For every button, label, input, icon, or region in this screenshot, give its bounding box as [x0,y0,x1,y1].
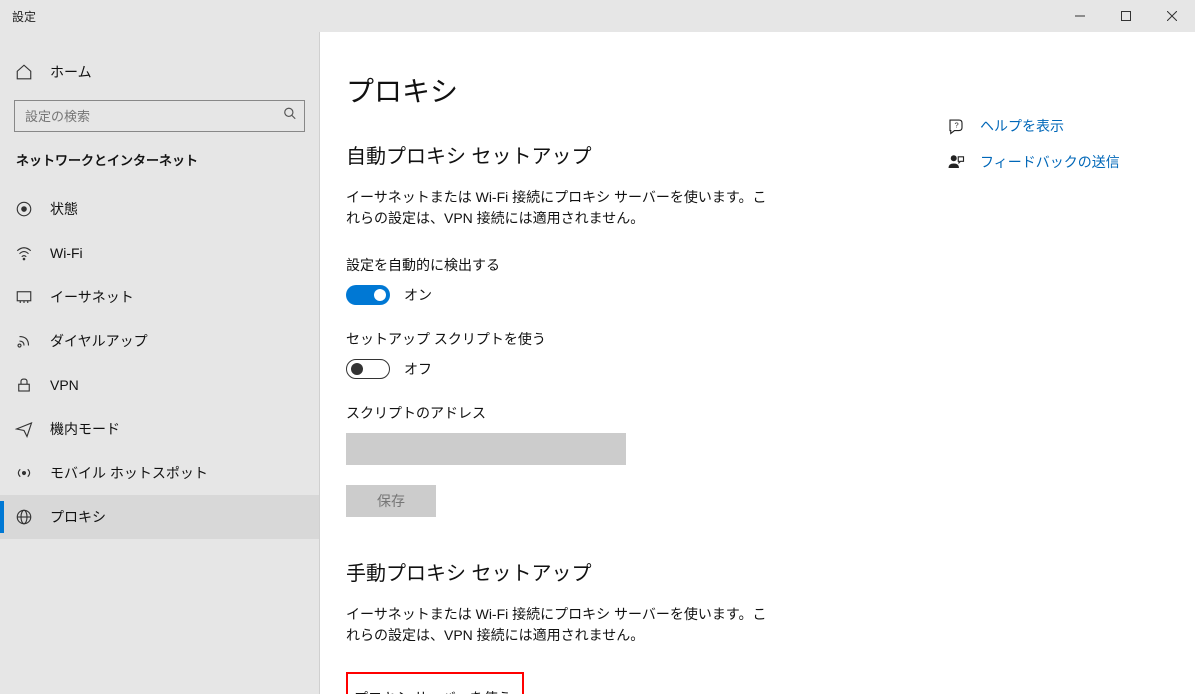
manual-section-heading: 手動プロキシ セットアップ [346,557,906,586]
manual-section-desc: イーサネットまたは Wi-Fi 接続にプロキシ サーバーを使います。これらの設定… [346,604,776,646]
sidebar-item-status[interactable]: 状態 [0,187,319,231]
sidebar-item-label: プロキシ [50,507,106,527]
sidebar-item-proxy[interactable]: プロキシ [0,495,319,539]
script-toggle[interactable] [346,359,390,379]
sidebar-item-label: VPN [50,377,79,393]
search-icon [283,107,297,126]
feedback-icon [946,152,966,172]
sidebar-item-label: モバイル ホットスポット [50,463,208,483]
script-address-label: スクリプトのアドレス [346,403,906,423]
category-title: ネットワークとインターネット [0,150,319,187]
window-title: 設定 [12,8,36,25]
hotspot-icon [14,463,34,483]
nav-list: 状態 Wi-Fi イーサネット ダイヤルアップ VPN 機内モード [0,187,319,539]
detect-label: 設定を自動的に検出する [346,255,906,275]
script-toggle-state: オフ [404,359,432,379]
feedback-link[interactable]: フィードバックの送信 [946,152,1186,172]
script-label: セットアップ スクリプトを使う [346,329,906,349]
sidebar: ホーム ネットワークとインターネット 状態 Wi-Fi イーサネット [0,32,320,694]
detect-toggle[interactable] [346,285,390,305]
sidebar-item-label: イーサネット [50,287,134,307]
sidebar-item-hotspot[interactable]: モバイル ホットスポット [0,451,319,495]
help-link[interactable]: ? ヘルプを表示 [946,116,1186,136]
airplane-icon [14,419,34,439]
search-box[interactable] [14,100,305,132]
sidebar-item-ethernet[interactable]: イーサネット [0,275,319,319]
script-address-input[interactable] [346,433,626,465]
detect-toggle-state: オン [404,285,432,305]
help-column: ? ヘルプを表示 フィードバックの送信 [946,70,1186,694]
dialup-icon [14,331,34,351]
home-icon [14,62,34,82]
auto-section-desc: イーサネットまたは Wi-Fi 接続にプロキシ サーバーを使います。これらの設定… [346,187,776,229]
save-button[interactable]: 保存 [346,485,436,517]
minimize-button[interactable] [1057,0,1103,32]
ethernet-icon [14,287,34,307]
close-button[interactable] [1149,0,1195,32]
highlight-box: プロキシ サーバーを使う オフ [346,672,524,694]
vpn-icon [14,375,34,395]
auto-section-heading: 自動プロキシ セットアップ [346,140,906,169]
proxy-icon [14,507,34,527]
page-title: プロキシ [346,70,906,110]
sidebar-item-airplane[interactable]: 機内モード [0,407,319,451]
feedback-link-label: フィードバックの送信 [980,152,1120,172]
svg-text:?: ? [955,121,959,130]
sidebar-item-label: 機内モード [50,419,120,439]
sidebar-item-vpn[interactable]: VPN [0,363,319,407]
titlebar: 設定 [0,0,1195,32]
help-icon: ? [946,116,966,136]
search-input[interactable] [14,100,305,132]
status-icon [14,199,34,219]
main-content: プロキシ 自動プロキシ セットアップ イーサネットまたは Wi-Fi 接続にプロ… [320,32,1195,694]
wifi-icon [14,243,34,263]
home-label: ホーム [50,62,92,82]
sidebar-item-label: 状態 [50,199,78,219]
sidebar-item-label: ダイヤルアップ [50,331,148,351]
use-proxy-label: プロキシ サーバーを使う [354,688,512,694]
window-controls [1057,0,1195,32]
sidebar-item-label: Wi-Fi [50,245,83,261]
maximize-button[interactable] [1103,0,1149,32]
sidebar-item-wifi[interactable]: Wi-Fi [0,231,319,275]
home-link[interactable]: ホーム [0,54,319,90]
sidebar-item-dialup[interactable]: ダイヤルアップ [0,319,319,363]
help-link-label: ヘルプを表示 [980,116,1064,136]
